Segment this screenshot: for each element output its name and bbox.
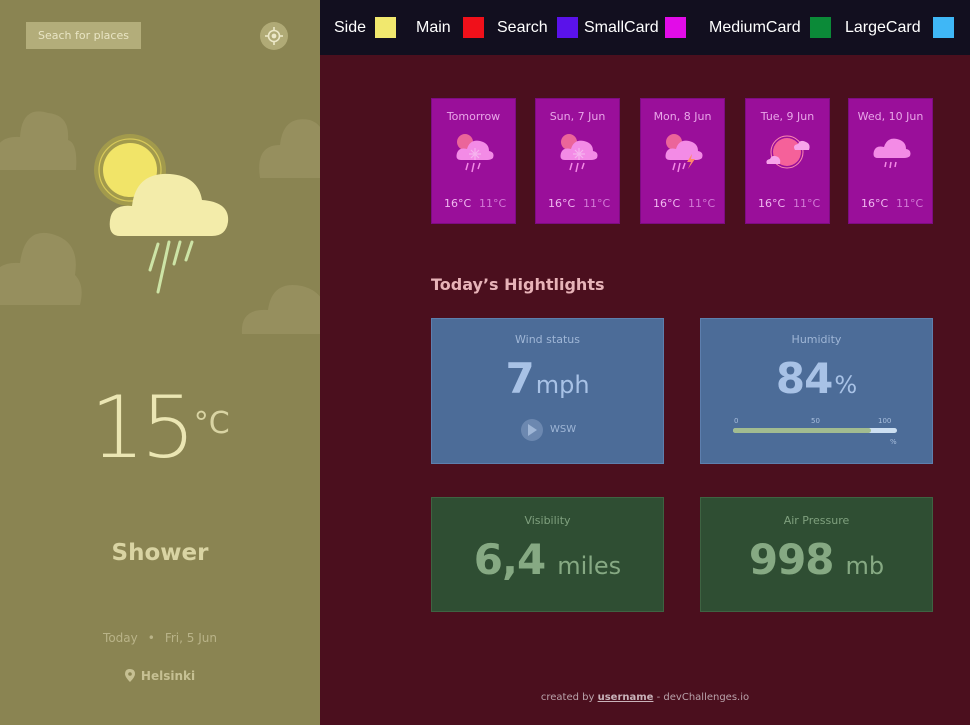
- location-name: Helsinki: [140, 669, 196, 683]
- date-value: Fri, 5 Jun: [164, 631, 217, 645]
- pressure-number: 998: [748, 535, 835, 584]
- humidity-number: 84: [775, 354, 833, 403]
- search-places-button[interactable]: Seach for places: [26, 22, 141, 49]
- light-rain-icon: [873, 138, 911, 169]
- main-panel: Tomorrow 16°C 11°C Sun, 7 Jun 16°C 11°C …: [320, 55, 970, 725]
- side-panel: Seach for places 15°C Shower Today • Fri, …: [0, 0, 320, 725]
- forecast-card[interactable]: Tue, 9 Jun 16°C 11°C: [745, 98, 830, 224]
- humidity-value: 84%: [700, 354, 933, 403]
- forecast-card[interactable]: Sun, 7 Jun 16°C 11°C: [535, 98, 620, 224]
- legend-label: Search: [497, 19, 548, 36]
- pressure-unit: mb: [845, 552, 885, 580]
- humidity-card: Humidity 84% 0 50 100 %: [700, 318, 933, 464]
- legend-swatch: [665, 17, 686, 38]
- humidity-unit: %: [834, 371, 858, 399]
- forecast-min-temp: 11°C: [479, 197, 507, 210]
- date-label: Today: [103, 631, 138, 645]
- legend-label: MediumCard: [709, 19, 801, 36]
- legend-swatch: [810, 17, 831, 38]
- legend-swatch: [375, 17, 396, 38]
- current-location-button[interactable]: [260, 22, 288, 50]
- footer: created by username - devChallenges.io: [320, 692, 970, 703]
- card-title: Visibility: [524, 514, 571, 527]
- background-cloud-icon: [0, 111, 77, 170]
- legend-label: Side: [334, 19, 367, 36]
- forecast-day: Wed, 10 Jun: [857, 110, 924, 123]
- forecast-min-temp: 11°C: [688, 197, 716, 210]
- footer-suffix: - devChallenges.io: [653, 692, 750, 703]
- legend-item-side: Side: [334, 17, 404, 39]
- thunderstorm-icon: [665, 134, 703, 173]
- humidity-tick-0: 0: [734, 417, 739, 425]
- forecast-day: Tue, 9 Jun: [760, 110, 815, 123]
- forecast-max-temp: 16°C: [653, 197, 681, 210]
- wind-value: 7mph: [431, 354, 664, 403]
- humidity-tick-50: 50: [811, 417, 820, 425]
- card-title: Air Pressure: [783, 514, 850, 527]
- forecast-max-temp: 16°C: [444, 197, 472, 210]
- visibility-card: Visibility 6,4 miles: [431, 497, 664, 612]
- legend-label: Main: [416, 19, 451, 36]
- date-separator: •: [147, 631, 155, 645]
- forecast-card[interactable]: Wed, 10 Jun 16°C 11°C: [848, 98, 933, 224]
- visibility-unit: miles: [557, 552, 622, 580]
- wind-speed: 7: [505, 354, 534, 403]
- wind-unit: mph: [535, 371, 590, 399]
- background-cloud-icon: [259, 119, 320, 178]
- current-date: Today • Fri, 5 Jun: [0, 631, 320, 645]
- current-location: Helsinki: [0, 669, 320, 683]
- card-title: Wind status: [515, 333, 580, 346]
- forecast-min-temp: 11°C: [793, 197, 821, 210]
- gps-locate-icon: [265, 27, 283, 45]
- legend-item-search: Search: [497, 17, 579, 39]
- sleet-icon: [560, 134, 598, 173]
- current-temperature: 15°C: [0, 378, 320, 478]
- footer-username-link[interactable]: username: [598, 692, 654, 703]
- legend-swatch: [557, 17, 578, 38]
- humidity-tick-100: 100: [878, 417, 892, 425]
- location-pin-icon: [124, 669, 135, 682]
- forecast-max-temp: 16°C: [861, 197, 889, 210]
- temperature-value: 15: [90, 378, 195, 478]
- wind-status-card: Wind status 7mph WSW: [431, 318, 664, 464]
- legend-label: LargeCard: [845, 19, 921, 36]
- shower-weather-icon: [94, 134, 229, 294]
- card-title: Humidity: [791, 333, 842, 346]
- forecast-day: Sun, 7 Jun: [549, 110, 606, 123]
- navigation-arrow-icon: [521, 419, 543, 441]
- visibility-value: 6,4 miles: [431, 535, 664, 584]
- forecast-card[interactable]: Tomorrow 16°C 11°C: [431, 98, 516, 224]
- forecast-card[interactable]: Mon, 8 Jun 16°C 11°C: [640, 98, 725, 224]
- forecast-max-temp: 16°C: [548, 197, 576, 210]
- visibility-number: 6,4: [473, 535, 546, 584]
- legend-item-mediumcard: MediumCard: [709, 17, 833, 39]
- forecast-min-temp: 11°C: [583, 197, 611, 210]
- background-cloud-icon: [0, 233, 82, 305]
- legend-item-largecard: LargeCard: [845, 17, 957, 39]
- humidity-progress-fill: [733, 428, 871, 433]
- pressure-value: 998 mb: [700, 535, 933, 584]
- footer-prefix: created by: [540, 692, 598, 703]
- wind-direction-label: WSW: [550, 424, 577, 435]
- background-cloud-icon: [241, 285, 320, 334]
- legend-swatch: [463, 17, 484, 38]
- highlights-title: Today’s Hightlights: [431, 275, 605, 294]
- partly-cloudy-icon: [766, 135, 810, 169]
- forecast-day: Tomorrow: [446, 110, 501, 123]
- legend-item-main: Main: [416, 17, 488, 39]
- forecast-day: Mon, 8 Jun: [653, 110, 712, 123]
- temperature-unit: °C: [193, 406, 230, 441]
- region-legend: Side Main Search SmallCard MediumCard La…: [320, 0, 970, 55]
- legend-item-smallcard: SmallCard: [584, 17, 690, 39]
- humidity-percent-label: %: [890, 438, 897, 446]
- forecast-min-temp: 11°C: [896, 197, 924, 210]
- weather-condition: Shower: [111, 540, 209, 566]
- legend-label: SmallCard: [584, 19, 659, 36]
- forecast-max-temp: 16°C: [758, 197, 786, 210]
- sleet-icon: [456, 134, 494, 173]
- humidity-progress-bar: [733, 428, 897, 433]
- legend-swatch: [933, 17, 954, 38]
- air-pressure-card: Air Pressure 998 mb: [700, 497, 933, 612]
